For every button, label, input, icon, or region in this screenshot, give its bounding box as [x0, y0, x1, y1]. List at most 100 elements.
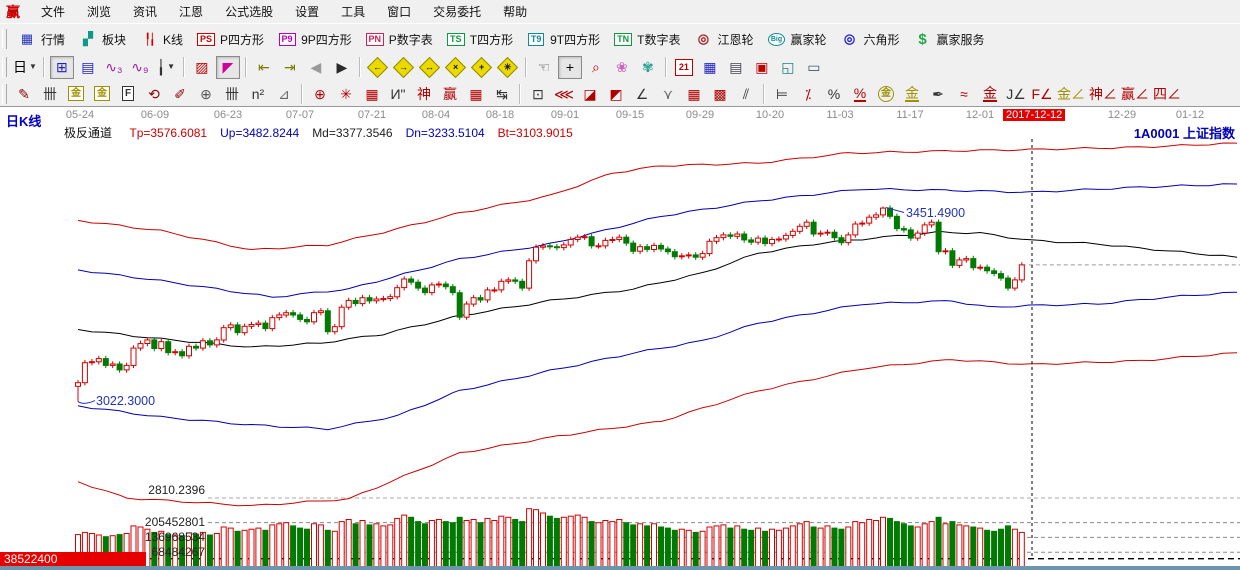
- wave-tool-icon[interactable]: ✾: [636, 56, 660, 79]
- red-brush-icon[interactable]: ✐: [168, 82, 192, 105]
- module-button-winner-service[interactable]: $赢家服务: [907, 26, 992, 52]
- measure-icon[interactable]: ⌕: [584, 56, 608, 79]
- angle-lines-icon[interactable]: ∠: [630, 82, 654, 105]
- percent-icon[interactable]: %: [822, 82, 846, 105]
- box-lines-icon[interactable]: ⊡: [526, 82, 550, 105]
- spider-grid-icon[interactable]: ▦: [360, 82, 384, 105]
- module-button-9p-square[interactable]: P99P四方形: [271, 26, 359, 52]
- tick-ruler2-icon[interactable]: 卌: [220, 82, 244, 105]
- module-button-gann-wheel[interactable]: ◎江恩轮: [687, 26, 760, 52]
- ying-angle-icon[interactable]: 赢∠: [1120, 82, 1150, 105]
- parallel-lines-icon[interactable]: ⫽: [734, 82, 758, 105]
- menu-item-gann[interactable]: 江恩: [168, 3, 214, 20]
- 9t-square-icon: T9: [527, 31, 545, 47]
- calculator-icon[interactable]: ▦: [698, 56, 722, 79]
- gold-ruler1-icon[interactable]: 金: [64, 82, 88, 105]
- pan-hand-icon[interactable]: ☜: [532, 56, 556, 79]
- percent-line-icon[interactable]: %: [848, 82, 872, 105]
- v-lines-icon[interactable]: ⋎: [656, 82, 680, 105]
- module-button-hexagon[interactable]: ◎六角形: [834, 26, 907, 52]
- chart-area[interactable]: 日K线 极反通道 Tp=3576.6081Up=3482.8244Md=3377…: [0, 106, 1240, 567]
- menu-item-window[interactable]: 窗口: [376, 3, 422, 20]
- diamond-lr-icon[interactable]: ↔: [418, 56, 442, 79]
- diamond-x-icon[interactable]: ×: [444, 56, 468, 79]
- j-angle-icon[interactable]: J∠: [1004, 82, 1028, 105]
- menu-item-news[interactable]: 资讯: [122, 3, 168, 20]
- kline-chart-canvas[interactable]: [0, 107, 1240, 567]
- gann-flower-icon[interactable]: ❀: [610, 56, 634, 79]
- diamond-left-icon[interactable]: ←: [366, 56, 390, 79]
- wave-9-icon[interactable]: ∿₉: [128, 56, 152, 79]
- indicator-list-icon[interactable]: ⊨: [770, 82, 794, 105]
- overlay-chart-icon[interactable]: ⊞: [50, 56, 74, 79]
- red-grid-icon[interactable]: ▦: [682, 82, 706, 105]
- pattern-box-icon[interactable]: ▨: [190, 56, 214, 79]
- module-button-sectors[interactable]: ▞板块: [72, 26, 133, 52]
- shen-grid-icon[interactable]: 神: [412, 82, 436, 105]
- print-icon[interactable]: ▭: [802, 56, 826, 79]
- period-day-button[interactable]: 日▼: [12, 56, 38, 79]
- brush-tool-icon[interactable]: ✎: [12, 82, 36, 105]
- menu-item-help[interactable]: 帮助: [492, 3, 538, 20]
- f-angle-icon[interactable]: F∠: [1030, 82, 1054, 105]
- module-button-winner-wheel[interactable]: Big赢家轮: [760, 26, 833, 52]
- menu-item-browse[interactable]: 浏览: [76, 3, 122, 20]
- diamond-all-icon[interactable]: ✳: [496, 56, 520, 79]
- box-fan-icon[interactable]: ◪: [578, 82, 602, 105]
- box-fan2-icon[interactable]: ◩: [604, 82, 628, 105]
- module-button-kline[interactable]: ╿╽K线: [133, 26, 190, 52]
- ying-grid-icon[interactable]: 赢: [438, 82, 462, 105]
- first-bar-icon[interactable]: ⇤: [252, 56, 276, 79]
- n2-ruler-icon[interactable]: n²: [246, 82, 270, 105]
- wave-3-icon[interactable]: ∿₃: [102, 56, 126, 79]
- percent-ruler-icon[interactable]: ⁒: [796, 82, 820, 105]
- module-label: 赢家轮: [790, 31, 826, 48]
- spiral-icon[interactable]: ⟲: [142, 82, 166, 105]
- menu-item-formula-stock-pick[interactable]: 公式选股: [214, 3, 284, 20]
- f-ruler-icon[interactable]: F: [116, 82, 140, 105]
- crosshair-icon[interactable]: +: [558, 56, 582, 79]
- save-icon[interactable]: ▣: [750, 56, 774, 79]
- tick-ruler-icon[interactable]: 卌: [38, 82, 62, 105]
- gold-angle-icon[interactable]: 金∠: [1056, 82, 1086, 105]
- diamond-plus-icon[interactable]: +: [470, 56, 494, 79]
- color-chart-icon[interactable]: ◤: [216, 56, 240, 79]
- shen-angle-icon[interactable]: 神∠: [1088, 82, 1118, 105]
- diamond-right-icon[interactable]: →: [392, 56, 416, 79]
- module-button-p-square[interactable]: PSP四方形: [190, 26, 271, 52]
- four-angle-icon[interactable]: 四∠: [1152, 82, 1182, 105]
- pen-icon[interactable]: ✒: [926, 82, 950, 105]
- grid-123-icon[interactable]: ▦: [464, 82, 488, 105]
- module-button-quotes[interactable]: ▦行情: [11, 26, 72, 52]
- gold-line-icon[interactable]: 金: [900, 82, 924, 105]
- wave-mark-icon[interactable]: И": [386, 82, 410, 105]
- module-button-t-square[interactable]: TST四方形: [440, 26, 520, 52]
- time-circle-icon[interactable]: ⊕: [194, 82, 218, 105]
- info-panel-icon[interactable]: ▤: [76, 56, 100, 79]
- gold-ruler2-icon[interactable]: 金: [90, 82, 114, 105]
- red-grid-arrow-icon[interactable]: ▩: [708, 82, 732, 105]
- gold-section-icon[interactable]: 金: [978, 82, 1002, 105]
- menu-item-trade-order[interactable]: 交易委托: [422, 3, 492, 20]
- gold-wave-icon[interactable]: ≈: [952, 82, 976, 105]
- module-button-p-number-table[interactable]: PNP数字表: [359, 26, 440, 52]
- candle-style-button[interactable]: ╽▼: [154, 56, 178, 79]
- circle-cross-icon[interactable]: ⊕: [308, 82, 332, 105]
- menu-item-settings[interactable]: 设置: [284, 3, 330, 20]
- calendar-21-icon[interactable]: 21: [672, 56, 696, 79]
- star-grid-icon[interactable]: ✳: [334, 82, 358, 105]
- next-bar-icon[interactable]: ▶: [330, 56, 354, 79]
- export-globe-icon[interactable]: ◱: [776, 56, 800, 79]
- module-button-t-number-table[interactable]: TNT数字表: [607, 26, 687, 52]
- module-button-9t-square[interactable]: T99T四方形: [520, 26, 607, 52]
- fan-lines-icon[interactable]: ⋘: [552, 82, 576, 105]
- menu-item-tools[interactable]: 工具: [330, 3, 376, 20]
- prev-bar-icon[interactable]: ◀: [304, 56, 328, 79]
- menu-item-file[interactable]: 文件: [30, 3, 76, 20]
- last-bar-icon[interactable]: ⇥: [278, 56, 302, 79]
- gold-circle-icon[interactable]: 金: [874, 82, 898, 105]
- memo-icon[interactable]: ▤: [724, 56, 748, 79]
- span-arrows-icon[interactable]: ↹: [490, 82, 514, 105]
- mirror-angle-icon[interactable]: ⊿: [272, 82, 296, 105]
- toolbar-grip: [2, 57, 7, 77]
